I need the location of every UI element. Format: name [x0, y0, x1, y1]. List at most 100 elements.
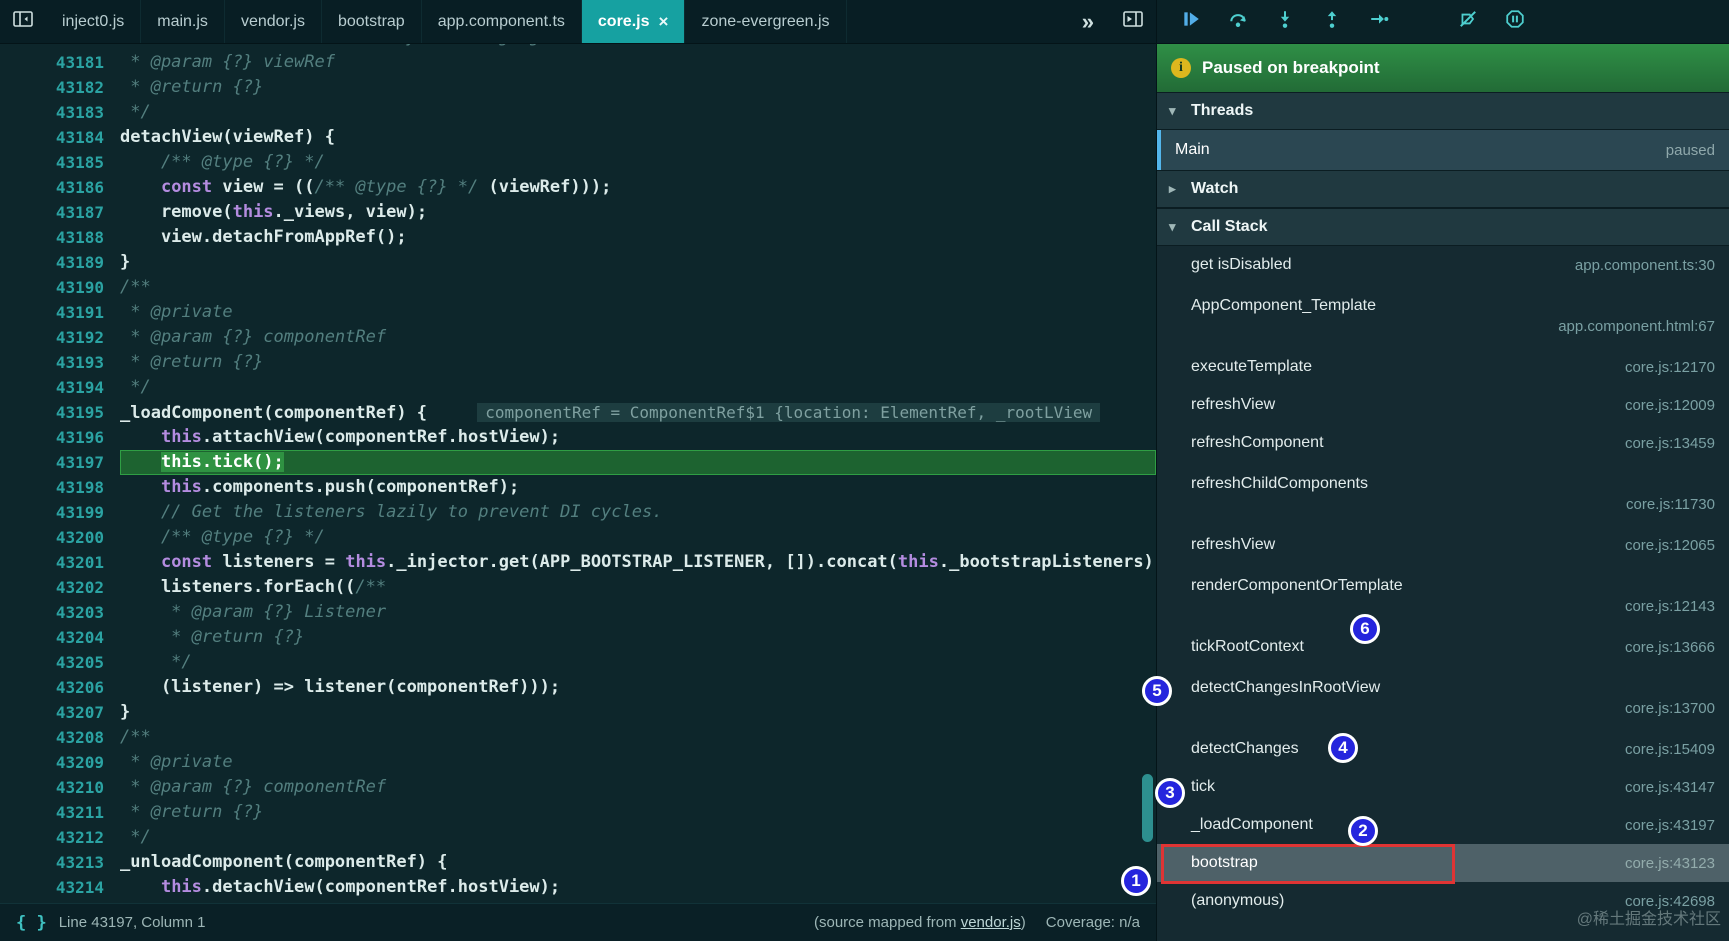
line-number[interactable]: 43212: [0, 825, 120, 850]
step-out-button[interactable]: [1322, 9, 1342, 34]
call-stack-frame[interactable]: refreshView core.js:12009: [1157, 386, 1729, 424]
call-stack-frame[interactable]: AppComponent_Template app.component.html:…: [1157, 284, 1729, 348]
vertical-scrollbar[interactable]: [1142, 774, 1153, 842]
call-stack-frame[interactable]: bootstrap core.js:43123 1: [1121, 844, 1729, 896]
call-stack-frame[interactable]: refreshComponent core.js:13459: [1157, 424, 1729, 462]
line-number[interactable]: 43208: [0, 725, 120, 750]
step-into-button[interactable]: [1275, 9, 1295, 34]
code-text: * @return {?}: [120, 627, 305, 647]
resume-button[interactable]: [1181, 9, 1201, 34]
tab-main.js[interactable]: main.js: [141, 0, 225, 43]
code-line-43193: 43193 * @return {?}: [0, 350, 1156, 375]
source-map-link[interactable]: vendor.js: [961, 914, 1021, 931]
code-line-43207: 43207}: [0, 700, 1156, 725]
line-number[interactable]: 43195: [0, 400, 120, 425]
status-right-group: (source mapped from vendor.js) Coverage:…: [814, 914, 1140, 931]
frame-location: core.js:12065: [1624, 536, 1715, 554]
line-number[interactable]: 43197: [0, 450, 120, 475]
line-number[interactable]: 43199: [0, 500, 120, 525]
frame-location: core.js:13700: [1624, 700, 1715, 717]
line-number[interactable]: 43214: [0, 875, 120, 900]
code-text: /** @type {?} */: [120, 527, 325, 547]
call-stack-section-header[interactable]: ▾ Call Stack: [1157, 208, 1729, 246]
line-number[interactable]: 43191: [0, 300, 120, 325]
pretty-print-icon[interactable]: { }: [16, 913, 47, 933]
line-number[interactable]: 43187: [0, 200, 120, 225]
frame-function: detectChanges: [1191, 740, 1299, 757]
step-over-icon: [1228, 9, 1248, 34]
code-line-43196: 43196 this.attachView(componentRef.hostV…: [0, 425, 1156, 450]
code-line-43197: 43197 this.tick();: [0, 450, 1156, 475]
frame-location: core.js:43197: [1624, 816, 1715, 834]
line-number[interactable]: 43200: [0, 525, 120, 550]
code-line-43209: 43209 * @private: [0, 750, 1156, 775]
call-stack-frame[interactable]: renderComponentOrTemplate core.js:12143: [1157, 564, 1729, 628]
code-area[interactable]: 43180 * Detaches a view from dirty check…: [0, 44, 1156, 903]
tab-zone-evergreen.js[interactable]: zone-evergreen.js: [685, 0, 847, 43]
tab-core.js[interactable]: core.js ×: [581, 0, 686, 43]
thread-row-main[interactable]: Main paused: [1157, 130, 1729, 170]
line-number[interactable]: 43182: [0, 75, 120, 100]
frame-function: renderComponentOrTemplate: [1191, 577, 1403, 594]
line-number[interactable]: 43209: [0, 750, 120, 775]
line-number[interactable]: 43194: [0, 375, 120, 400]
call-stack-frame[interactable]: refreshView core.js:12065: [1157, 526, 1729, 564]
line-number[interactable]: 43204: [0, 625, 120, 650]
code-line-43191: 43191 * @private: [0, 300, 1156, 325]
code-text: */: [120, 102, 151, 122]
step-button[interactable]: [1369, 9, 1389, 34]
call-stack-frame[interactable]: executeTemplate core.js:12170: [1157, 348, 1729, 386]
line-number[interactable]: 43213: [0, 850, 120, 875]
source-map-prefix: (source mapped from: [813, 914, 961, 931]
line-number[interactable]: 43183: [0, 100, 120, 125]
threads-section-header[interactable]: ▾ Threads: [1157, 92, 1729, 130]
code-line-43200: 43200 /** @type {?} */: [0, 525, 1156, 550]
step-over-button[interactable]: [1228, 9, 1248, 34]
line-number[interactable]: 43196: [0, 425, 120, 450]
close-icon[interactable]: ×: [659, 13, 669, 30]
line-number[interactable]: 43210: [0, 775, 120, 800]
deactivate-breakpoints-button[interactable]: [1458, 9, 1478, 34]
line-number[interactable]: 43193: [0, 350, 120, 375]
call-stack-frame[interactable]: _loadComponent core.js:43197 2: [1157, 806, 1729, 846]
line-number[interactable]: 43181: [0, 50, 120, 75]
call-stack-frame[interactable]: tick core.js:43147 3: [1155, 768, 1729, 808]
line-number[interactable]: 43201: [0, 550, 120, 575]
line-number[interactable]: 43189: [0, 250, 120, 275]
panel-toggle-icon: [1123, 11, 1143, 32]
pause-on-exceptions-button[interactable]: [1505, 9, 1525, 34]
line-number[interactable]: 43185: [0, 150, 120, 175]
line-number[interactable]: 43205: [0, 650, 120, 675]
line-number[interactable]: 43206: [0, 675, 120, 700]
call-stack-frame[interactable]: tickRootContext core.js:13666 6: [1157, 614, 1729, 666]
line-number[interactable]: 43184: [0, 125, 120, 150]
watch-section-header[interactable]: ▸ Watch: [1157, 170, 1729, 208]
code-line-43184: 43184 detachView(viewRef) {: [0, 125, 1156, 150]
line-number[interactable]: 43198: [0, 475, 120, 500]
line-number[interactable]: 43186: [0, 175, 120, 200]
line-number[interactable]: 43203: [0, 600, 120, 625]
code-line-43182: 43182 * @return {?}: [0, 75, 1156, 100]
navigator-toggle-button[interactable]: [0, 0, 46, 43]
line-number[interactable]: 43192: [0, 325, 120, 350]
panel-toggle-button[interactable]: [1110, 0, 1156, 43]
call-stack-frame[interactable]: detectChanges core.js:15409 4: [1157, 730, 1729, 768]
thread-status: paused: [1665, 141, 1715, 159]
call-stack-frame[interactable]: get isDisabled app.component.ts:30: [1157, 246, 1729, 284]
tab-bootstrap[interactable]: bootstrap: [322, 0, 422, 43]
line-number[interactable]: 43211: [0, 800, 120, 825]
code-text: * @return {?}: [120, 352, 264, 372]
tab-app.component.ts[interactable]: app.component.ts: [422, 0, 582, 43]
tab-overflow-button[interactable]: »: [1066, 0, 1110, 43]
frame-location: core.js:15409: [1624, 740, 1715, 758]
line-number[interactable]: 43190: [0, 275, 120, 300]
code-text: listeners.forEach((/**: [120, 577, 387, 597]
tab-inject0.js[interactable]: inject0.js: [46, 0, 142, 43]
line-number[interactable]: 43207: [0, 700, 120, 725]
frame-location: core.js:12170: [1624, 358, 1715, 376]
line-number[interactable]: 43202: [0, 575, 120, 600]
call-stack-frame[interactable]: detectChangesInRootView core.js:13700 5: [1142, 666, 1729, 730]
tab-vendor.js[interactable]: vendor.js: [225, 0, 322, 43]
line-number[interactable]: 43188: [0, 225, 120, 250]
call-stack-frame[interactable]: refreshChildComponents core.js:11730: [1157, 462, 1729, 526]
